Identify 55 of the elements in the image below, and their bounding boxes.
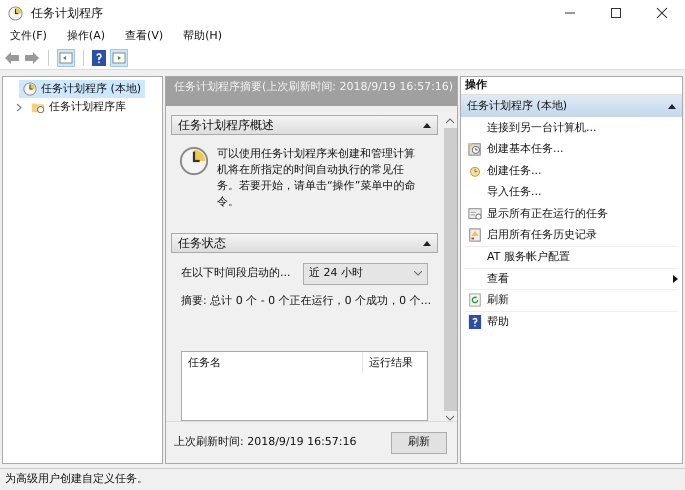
action-item[interactable]: 启用所有任务历史记录 (465, 224, 678, 246)
panel-toggle-icon[interactable] (57, 48, 75, 66)
collapse-caret-icon[interactable] (423, 122, 431, 128)
back-arrow-icon[interactable] (4, 50, 20, 64)
app-clock-icon (8, 6, 23, 20)
period-dropdown[interactable]: 近 24 小时 (303, 262, 428, 284)
summary-header: 任务计划程序摘要(上次刷新时间: 2018/9/19 16:57:16) (166, 77, 457, 106)
status-summary: 摘要: 总计 0 个 - 0 个正在运行，0 个成功，0 个... (181, 292, 428, 308)
expand-icon[interactable] (14, 102, 22, 112)
action-item[interactable]: 连接到另一台计算机... (465, 117, 678, 138)
action-pane-icon[interactable] (110, 48, 128, 66)
last-refresh-text: 上次刷新时间: 2018/9/19 16:57:16 (174, 434, 357, 450)
calendar-clock-icon (468, 142, 482, 156)
refresh-button[interactable]: 刷新 (391, 432, 447, 454)
help-icon (468, 314, 482, 329)
action-item[interactable]: 显示所有正在运行的任务 (465, 203, 678, 224)
period-label: 在以下时间段启动的... (181, 265, 290, 282)
collapse-caret-icon[interactable] (423, 240, 431, 246)
section-title: 任务状态 (178, 234, 226, 252)
scroll-up-icon[interactable] (446, 118, 454, 124)
action-item[interactable]: 查看 (465, 268, 678, 289)
section-header[interactable]: 任务状态 (171, 232, 438, 252)
tree-item[interactable]: 任务计划程序库 (27, 98, 130, 116)
action-item[interactable]: 导入任务... (465, 182, 678, 203)
status-bar: 为高级用户创建自定义任务。 (0, 468, 685, 490)
column-header[interactable]: 任务名 (182, 352, 363, 374)
group-title: 任务计划程序 (本地) (467, 98, 568, 114)
actions-group-header[interactable]: 任务计划程序 (本地) (461, 95, 682, 117)
menu-item[interactable]: 操作(A) (60, 28, 112, 44)
column-header[interactable]: 运行结果 (363, 352, 427, 374)
action-item[interactable]: AT 服务帐户配置 (465, 246, 678, 268)
overview-text: 可以使用任务计划程序来创建和管理计算机将在所指定的时间自动执行的常见任务。若要开始，请单击“操作”菜单中的命令。 (217, 146, 416, 210)
help-icon[interactable] (92, 48, 106, 66)
clock-icon (179, 146, 209, 176)
scroll-down-icon[interactable] (446, 415, 454, 421)
section-header[interactable]: 任务计划程序概述 (171, 115, 438, 135)
action-item[interactable]: 创建基本任务... (465, 138, 678, 160)
action-item[interactable]: 刷新 (465, 289, 678, 310)
refresh-icon (468, 293, 482, 308)
clock-icon (23, 82, 37, 96)
action-item[interactable]: 创建任务... (465, 160, 678, 182)
tree-item[interactable]: 任务计划程序 (本地) (19, 80, 146, 98)
menu-item[interactable]: 帮助(H) (177, 28, 228, 44)
submenu-arrow-icon (673, 274, 678, 283)
menu-item[interactable]: 查看(V) (119, 28, 170, 44)
section-title: 任务计划程序概述 (178, 117, 274, 134)
dropdown-caret-icon (414, 271, 422, 276)
clock-icon (469, 164, 481, 177)
menu-item[interactable]: 文件(F) (4, 28, 53, 44)
collapse-caret-icon[interactable] (668, 103, 676, 109)
window-clock-icon (468, 206, 482, 221)
list-warning-icon (468, 228, 482, 242)
window-title: 任务计划程序 (31, 5, 103, 22)
action-item[interactable]: 帮助 (465, 310, 678, 332)
forward-arrow-icon[interactable] (24, 50, 40, 64)
